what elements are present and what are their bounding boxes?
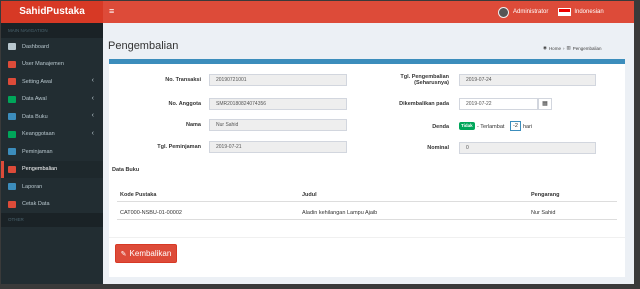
column-header: Judul [302,192,317,198]
sidebar-item-user-manajemen[interactable]: User Manajemen [1,56,103,74]
gear-icon [8,95,16,103]
sidebar-item-cetak-data[interactable]: Cetak Data [1,196,103,214]
sidebar-item-label: Cetak Data [22,201,50,208]
cogs-icon [8,78,16,86]
user-name: Administrator [513,9,549,15]
sidebar-item-data-awal[interactable]: Data Awal ‹ [1,91,103,109]
sidebar-item-label: Data Awal [22,96,47,103]
nominal-field[interactable]: 0 [459,142,596,154]
flag-icon [558,8,572,16]
no-transaksi-label: No. Transaksi [165,77,201,83]
chevron-left-icon: ‹ [91,94,94,102]
sidebar-item-label: Keanggotaan [22,131,55,138]
nominal-label: Nominal [427,145,449,151]
sidebar-item-label: Peminjaman [22,148,53,155]
sidebar-item-label: User Manajemen [22,61,64,68]
sidebar-item-pengembalian[interactable]: Pengembalian [1,160,103,178]
return-icon [8,165,16,173]
tgl-pengembalian-label-line2: (Seharusnya) [414,80,449,86]
table-header: Kode Pustaka Judul Pengarang [117,188,617,202]
printer-icon [8,200,16,208]
member-icon [8,130,16,138]
sidebar-section-header: MAIN NAVIGATION [1,23,103,38]
nama-label: Nama [186,122,201,128]
home-icon: ◉ [543,45,547,50]
denda-unit-text: hari [523,124,533,130]
dikembalikan-label: Dikembalikan pada [399,101,449,107]
column-header: Kode Pustaka [120,192,157,198]
chevron-left-icon: ‹ [91,77,94,84]
users-icon [8,60,16,68]
sidebar-item-dashboard[interactable]: Dashboard [1,38,103,56]
language-label[interactable]: Indonesian [574,9,603,15]
breadcrumb-home[interactable]: Home [549,46,561,51]
no-transaksi-field[interactable]: 20190721001 [209,74,347,86]
no-anggota-field[interactable]: SMR20180824074356 [209,98,347,110]
book-icon [8,113,16,121]
table-row: CAT000-NSBU-01-00002 Aladin kehilangan L… [117,206,617,220]
loan-icon [8,148,16,156]
sidebar-item-label: Laporan [22,183,43,190]
chevron-left-icon: ‹ [91,129,94,137]
column-header: Pengarang [531,192,560,198]
breadcrumb-current: Pengembalian [572,45,602,51]
tgl-peminjaman-label: Tgl. Peminjaman [157,144,201,150]
breadcrumb: ◉ Home › ▥ Pengembalian [543,45,604,51]
nama-field[interactable]: Nur Sahid [209,119,347,131]
kembalikan-button[interactable]: ✎ Kembalikan [115,244,177,263]
sidebar-item-label: Pengembalian [22,166,58,173]
main-content: Pengembalian ◉ Home › ▥ Pengembalian No.… [103,23,634,284]
dashboard-icon [8,43,16,51]
chevron-left-icon: ‹ [91,112,94,119]
app-window: SahidPustaka ≡ Administrator Indonesian … [1,1,634,284]
separator: › [562,45,565,51]
cell-pengarang: Nur Sahid [531,210,556,216]
sidebar-item-label: Data Buku [22,113,48,120]
chart-icon [8,183,16,191]
section-title: Data Buku [112,167,140,173]
no-anggota-label: No. Anggota [168,101,201,107]
chart-icon: ▥ [566,45,571,50]
form-box: No. Transaksi 20190721001 No. Anggota SM… [109,59,625,277]
sidebar-item-laporan[interactable]: Laporan [1,178,103,196]
menu-toggle-icon[interactable]: ≡ [109,7,114,16]
sidebar: MAIN NAVIGATION Dashboard User Manajemen S… [1,23,103,284]
dikembalikan-date-input[interactable]: 2019-07-22 [459,98,538,110]
sidebar-item-data-buku[interactable]: Data Buku ‹ [1,108,103,126]
sidebar-item-keanggotaan[interactable]: Keanggotaan ‹ [1,126,103,144]
sidebar-other-header: OTHER [1,213,103,227]
user-menu[interactable]: Administrator Indonesian [498,6,604,18]
denda-status-badge: Tidak [459,122,475,130]
sidebar-item-label: Setting Awal [22,78,53,85]
denda-late-text: - Terlambat [477,124,505,130]
denda-label: Denda [432,124,449,130]
late-days-input[interactable]: -2 [510,121,521,131]
top-navbar: SahidPustaka ≡ Administrator Indonesian [1,1,634,23]
tgl-pengembalian-field[interactable]: 2019-07-24 [459,74,596,86]
sidebar-item-peminjaman[interactable]: Peminjaman [1,143,103,161]
avatar [498,6,509,18]
calendar-icon[interactable]: ▦ [538,98,552,110]
tgl-peminjaman-field[interactable]: 2019-07-21 [209,141,347,153]
page-title: Pengembalian [108,40,179,52]
tgl-pengembalian-label: Tgl. Pengembalian (Seharusnya) [359,74,449,86]
divider [109,237,625,238]
sidebar-item-setting-awal[interactable]: Setting Awal ‹ [1,73,103,91]
edit-icon: ✎ [120,250,127,258]
kembalikan-button-label: Kembalikan [129,249,172,258]
sidebar-item-label: Dashboard [22,43,49,50]
brand-logo[interactable]: SahidPustaka [1,1,103,23]
cell-judul: Aladin kehilangan Lampu Ajaib [302,210,378,216]
cell-kode: CAT000-NSBU-01-00002 [120,210,182,216]
